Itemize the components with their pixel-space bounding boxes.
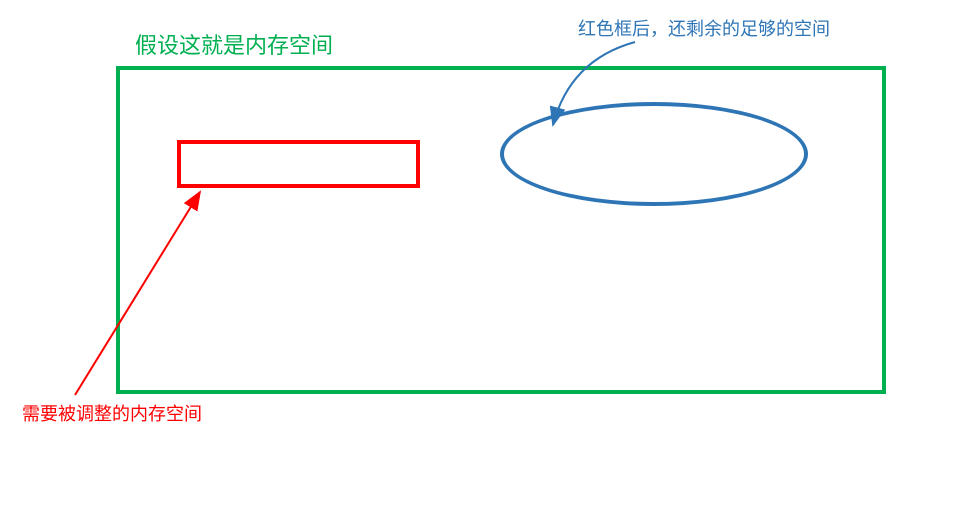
memory-space-box [116, 66, 886, 394]
adjusted-memory-box [177, 140, 420, 188]
blue-annotation-label: 红色框后，还剩余的足够的空间 [578, 15, 830, 41]
diagram-title: 假设这就是内存空间 [135, 28, 333, 60]
red-annotation-label: 需要被调整的内存空间 [22, 400, 202, 426]
remaining-space-ellipse [500, 102, 808, 206]
